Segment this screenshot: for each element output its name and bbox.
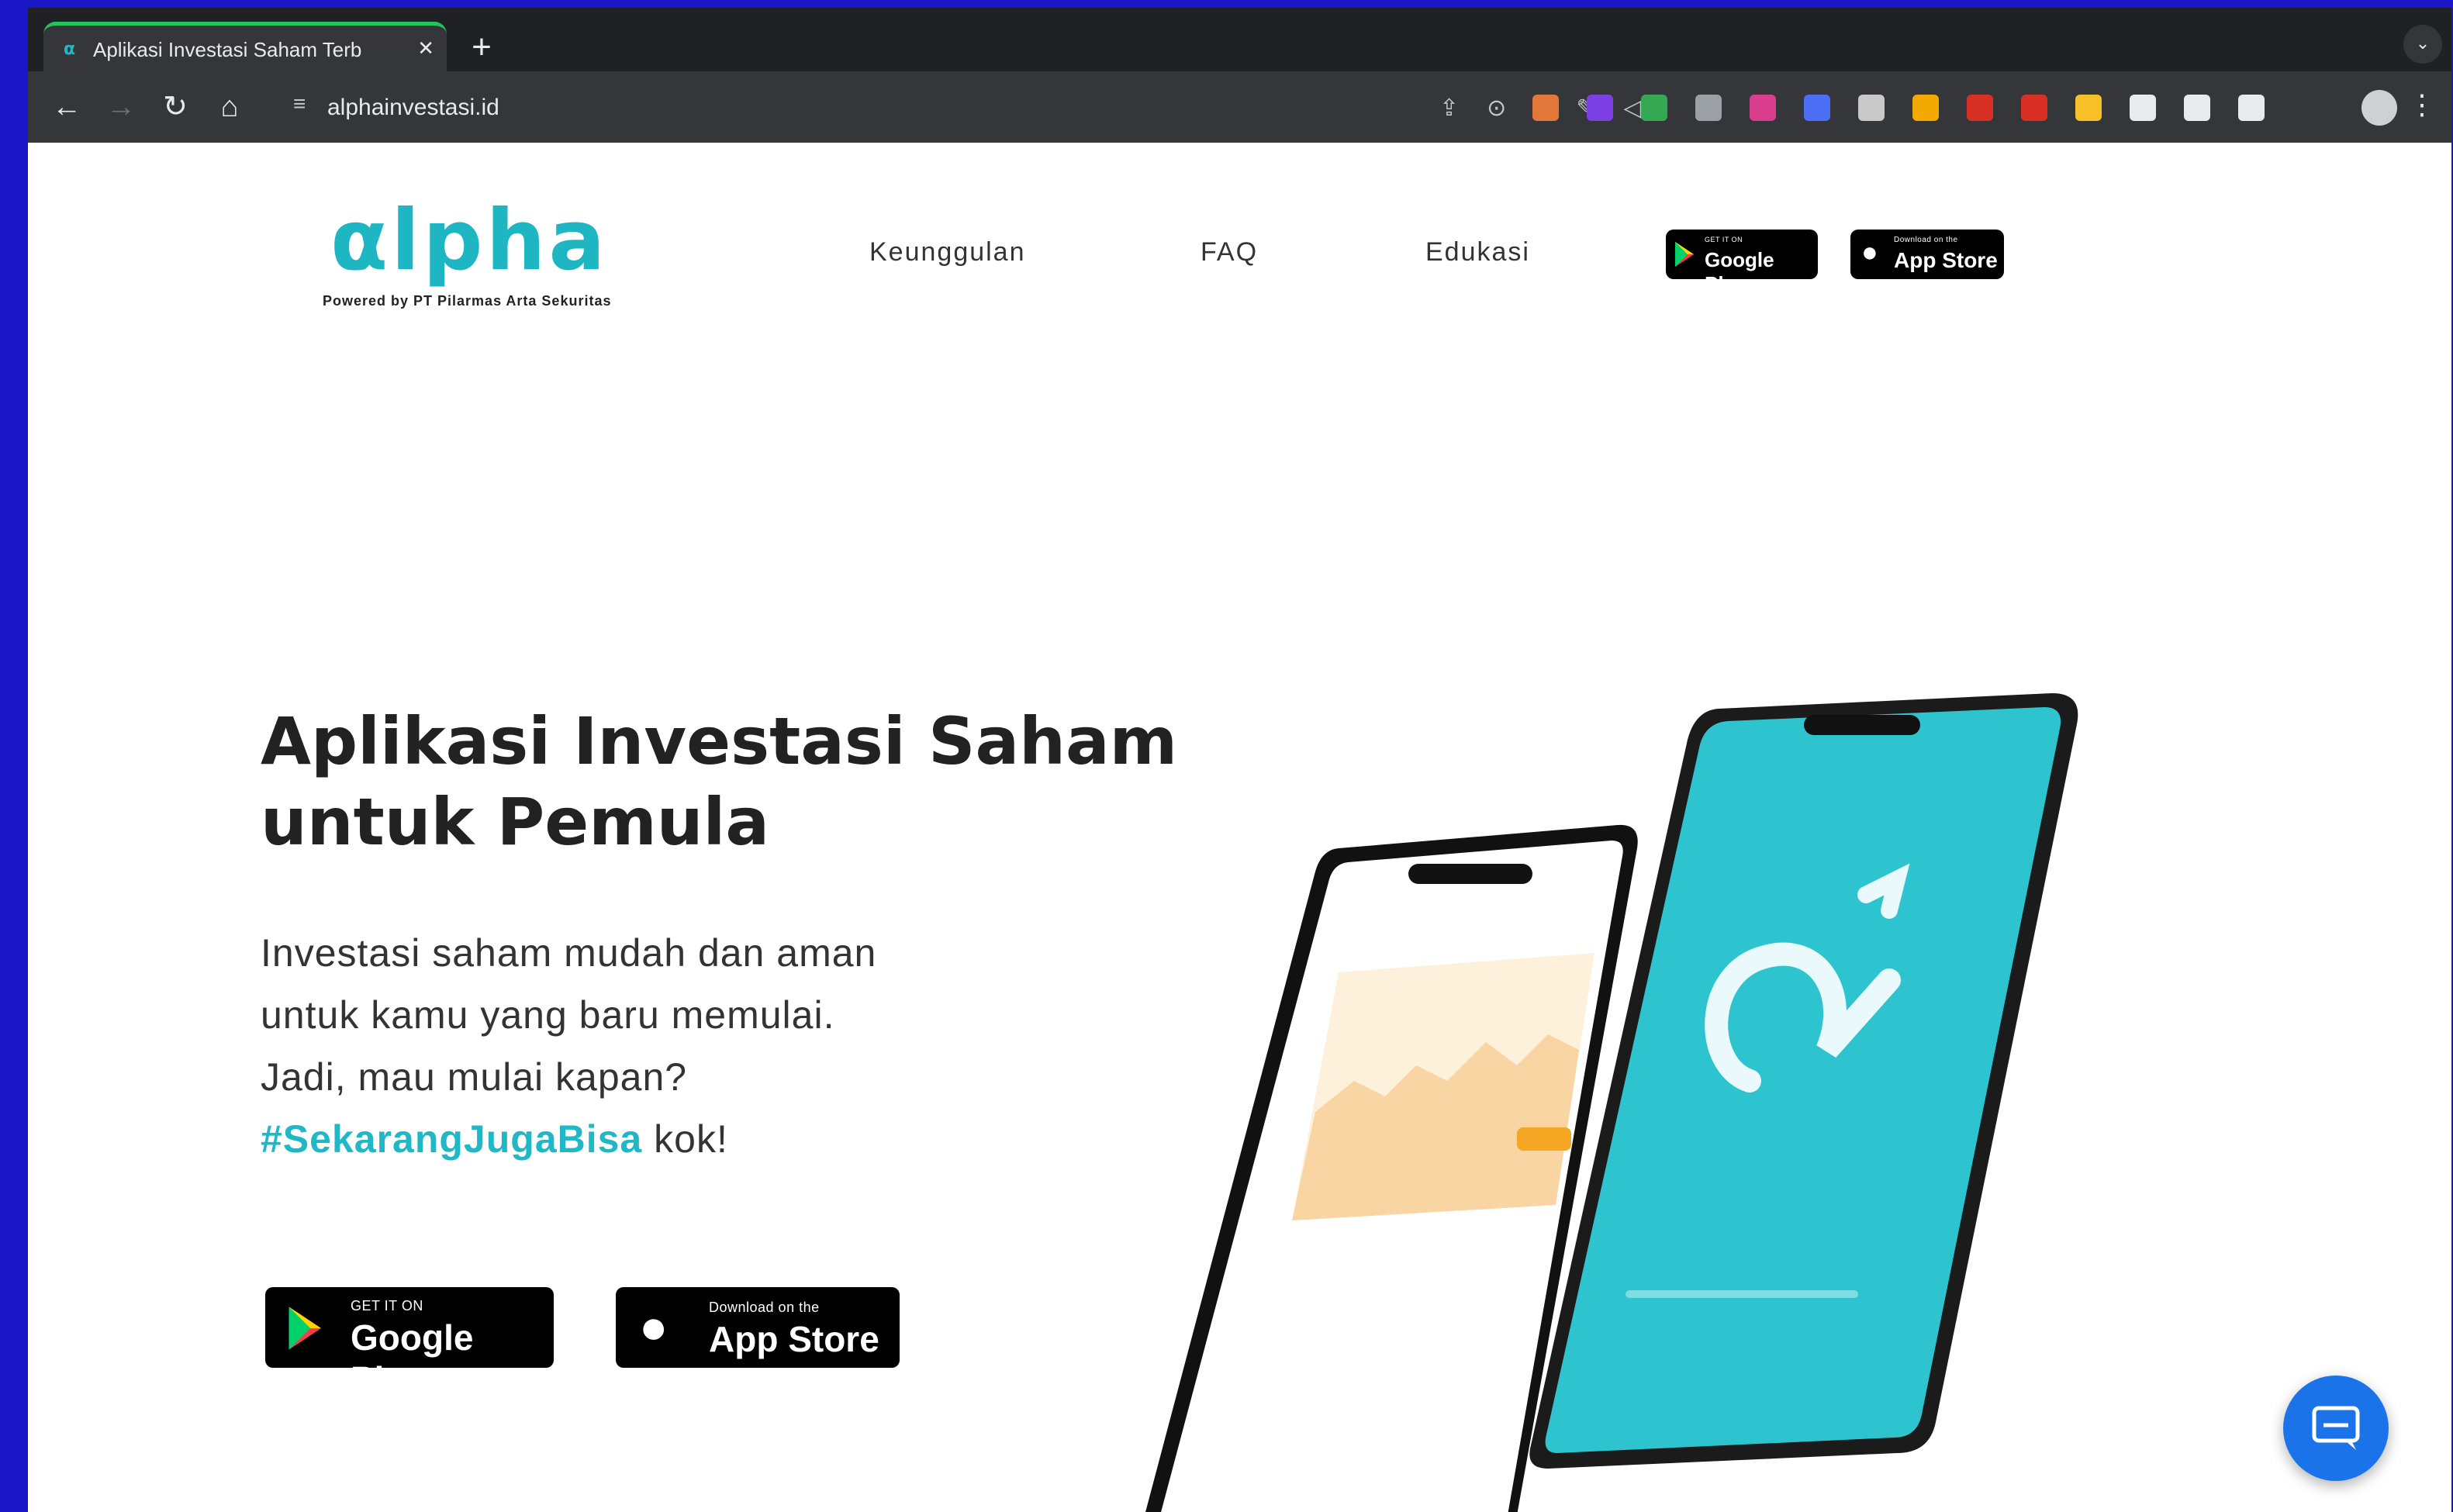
hero-text-line3: Jadi, mau mulai kapan? bbox=[261, 1055, 688, 1099]
extension-icon[interactable] bbox=[1532, 95, 1559, 121]
alpha-logo[interactable]: αlpha Powered by PT Pilarmas Arta Sekuri… bbox=[299, 192, 648, 309]
extension-icon[interactable] bbox=[1695, 95, 1722, 121]
new-tab-button[interactable]: + bbox=[462, 28, 501, 67]
badge-main-text: App Store bbox=[709, 1319, 879, 1359]
tab-strip: α Aplikasi Investasi Saham Terb ✕ + ⌄ bbox=[28, 8, 2451, 71]
app-store-badge[interactable]: ● Download on the App Store bbox=[616, 1287, 900, 1368]
forward-button[interactable]: → bbox=[102, 88, 140, 126]
badge-main-text: App Store bbox=[1894, 248, 1998, 272]
translate-icon[interactable]: ⊙ bbox=[1487, 95, 1506, 122]
address-bar[interactable]: ≡ alphainvestasi.id ⇪ ⊙ ◐ ✎ ◁ bbox=[276, 85, 1750, 130]
hero-title-line1: Aplikasi Investasi Saham bbox=[261, 703, 1178, 779]
apple-icon: ● bbox=[639, 1300, 669, 1354]
badge-sub-text: GET IT ON bbox=[351, 1298, 423, 1314]
badge-sub-text: Download on the bbox=[1894, 236, 1958, 244]
google-play-badge[interactable]: GET IT ON Google Play bbox=[265, 1287, 554, 1400]
browser-window: α Aplikasi Investasi Saham Terb ✕ + ⌄ ← … bbox=[28, 8, 2451, 1512]
share-icon[interactable]: ⇪ bbox=[1439, 95, 1459, 122]
extension-icon[interactable] bbox=[1912, 95, 1939, 121]
nav-keunggulan[interactable]: Keunggulan bbox=[869, 237, 1026, 268]
apple-icon: ● bbox=[1861, 236, 1878, 268]
badge-sub-text: GET IT ON bbox=[1705, 236, 1743, 243]
profile-avatar[interactable] bbox=[2361, 90, 2397, 126]
google-play-icon bbox=[288, 1307, 321, 1350]
web-page: αlpha Powered by PT Pilarmas Arta Sekuri… bbox=[28, 143, 2451, 1512]
chat-button[interactable] bbox=[2283, 1376, 2389, 1481]
menu-kebab-icon[interactable]: ⋮ bbox=[2408, 88, 2436, 121]
badge-main-text: Google Play bbox=[1705, 248, 1774, 295]
logo-wordmark: αlpha bbox=[330, 192, 609, 289]
badge-sub-text: Download on the bbox=[709, 1300, 820, 1315]
home-button[interactable]: ⌂ bbox=[211, 88, 248, 126]
hero-hashtag-suffix: kok! bbox=[642, 1117, 728, 1161]
hero-title-line2: untuk Pemula bbox=[261, 784, 770, 860]
browser-tab[interactable]: α Aplikasi Investasi Saham Terb ✕ bbox=[43, 22, 447, 71]
badge-main-text: Google Play bbox=[351, 1317, 474, 1400]
extension-icon[interactable] bbox=[2021, 95, 2047, 121]
chat-icon bbox=[2312, 1406, 2360, 1450]
alpha-favicon-icon: α bbox=[64, 40, 76, 59]
back-button[interactable]: ← bbox=[48, 88, 85, 126]
extension-icon[interactable] bbox=[1641, 95, 1667, 121]
logo-tagline: Powered by PT Pilarmas Arta Sekuritas bbox=[323, 293, 612, 309]
tab-close-icon[interactable]: ✕ bbox=[417, 36, 434, 60]
phones-illustration bbox=[1145, 693, 2078, 1512]
hero-hashtag: #SekarangJugaBisa bbox=[261, 1117, 643, 1161]
extension-icon[interactable] bbox=[1750, 95, 1776, 121]
reload-button[interactable]: ↻ bbox=[157, 88, 194, 126]
extension-icon[interactable] bbox=[1967, 95, 1993, 121]
hero-text-line1: Investasi saham mudah dan aman bbox=[261, 931, 877, 975]
google-play-icon bbox=[1675, 242, 1694, 267]
hero-title: Aplikasi Investasi Saham untuk Pemula bbox=[261, 701, 1191, 862]
app-store-badge-header[interactable]: ● Download on the App Store bbox=[1850, 230, 2004, 279]
hero-text-line2: untuk kamu yang baru memulai. bbox=[261, 993, 835, 1037]
extension-icon[interactable] bbox=[2184, 95, 2210, 121]
extension-icon[interactable] bbox=[2130, 95, 2156, 121]
hero-description: Investasi saham mudah dan aman untuk kam… bbox=[261, 922, 1036, 1170]
extension-icon[interactable] bbox=[2238, 95, 2265, 121]
tab-search-button[interactable]: ⌄ bbox=[2403, 25, 2442, 64]
sound-icon[interactable]: ◁ bbox=[1624, 95, 1642, 122]
phone-front bbox=[1529, 693, 2078, 1469]
tab-title: Aplikasi Investasi Saham Terb bbox=[93, 38, 362, 61]
url-text[interactable]: alphainvestasi.id bbox=[327, 95, 499, 121]
extension-icon[interactable] bbox=[1804, 95, 1830, 121]
nav-edukasi[interactable]: Edukasi bbox=[1425, 237, 1530, 268]
extension-icon[interactable] bbox=[1587, 95, 1613, 121]
site-info-icon[interactable]: ≡ bbox=[293, 91, 306, 116]
extension-icon[interactable] bbox=[1858, 95, 1885, 121]
google-play-badge-header[interactable]: GET IT ON Google Play bbox=[1666, 230, 1818, 295]
browser-toolbar: ← → ↻ ⌂ ≡ alphainvestasi.id ⇪ ⊙ ◐ ✎ ◁ ⋮ bbox=[28, 71, 2451, 143]
extension-icon[interactable] bbox=[2075, 95, 2102, 121]
nav-faq[interactable]: FAQ bbox=[1201, 237, 1258, 268]
